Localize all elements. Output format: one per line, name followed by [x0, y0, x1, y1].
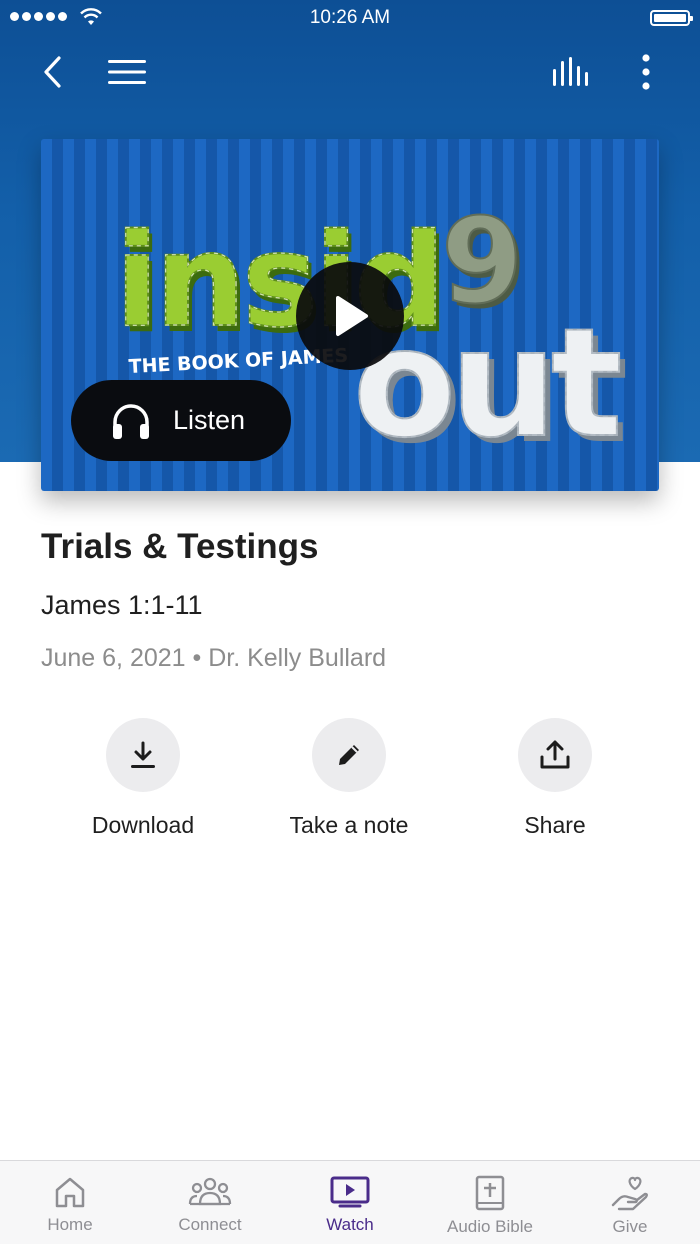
audio-levels-icon — [553, 57, 588, 86]
sermon-title: Trials & Testings — [41, 527, 319, 566]
take-note-button[interactable]: Take a note — [246, 718, 452, 839]
status-bar: 10:26 AM — [0, 0, 700, 36]
take-note-label: Take a note — [289, 812, 409, 838]
now-playing-button[interactable] — [548, 48, 596, 96]
play-video-button[interactable] — [296, 262, 404, 370]
tab-home[interactable]: Home — [0, 1161, 140, 1244]
pencil-icon — [339, 745, 359, 765]
heart-hand-icon — [611, 1176, 648, 1211]
tab-connect[interactable]: Connect — [140, 1161, 280, 1244]
share-button[interactable]: Share — [452, 718, 658, 839]
sermon-artwork[interactable]: insid insid insid 9 9 out out out THE BO… — [41, 139, 659, 491]
menu-button[interactable] — [103, 48, 151, 96]
tv-play-icon — [330, 1176, 370, 1208]
people-icon — [188, 1177, 232, 1206]
play-icon — [336, 296, 368, 336]
more-vertical-icon — [642, 54, 650, 90]
download-icon — [131, 741, 155, 768]
status-time: 10:26 AM — [309, 7, 391, 28]
tab-label: Home — [47, 1215, 93, 1234]
home-icon — [55, 1177, 85, 1208]
tab-label: Watch — [326, 1215, 374, 1234]
listen-button[interactable]: Listen — [71, 380, 291, 461]
tab-label: Give — [612, 1217, 648, 1236]
back-button[interactable] — [28, 48, 76, 96]
share-icon — [540, 740, 570, 769]
tab-label: Audio Bible — [446, 1217, 533, 1236]
tab-bar: Home Connect Watch Audio Bible Give — [0, 1160, 700, 1244]
download-label: Download — [91, 812, 195, 838]
chevron-left-icon — [44, 56, 61, 88]
listen-label: Listen — [173, 405, 246, 435]
scripture-reference: James 1:1-11 — [41, 590, 203, 620]
hamburger-icon — [108, 60, 146, 84]
share-label: Share — [524, 812, 586, 838]
tab-audio-bible[interactable]: Audio Bible — [420, 1161, 560, 1244]
headphones-icon — [113, 403, 149, 439]
more-options-button[interactable] — [622, 48, 670, 96]
download-button[interactable]: Download — [40, 718, 246, 839]
tab-label: Connect — [178, 1215, 242, 1234]
tab-give[interactable]: Give — [560, 1161, 700, 1244]
tab-watch[interactable]: Watch — [280, 1161, 420, 1244]
bible-icon — [475, 1175, 505, 1211]
sermon-date-speaker: June 6, 2021 • Dr. Kelly Bullard — [41, 644, 387, 672]
battery-icon — [650, 10, 693, 26]
